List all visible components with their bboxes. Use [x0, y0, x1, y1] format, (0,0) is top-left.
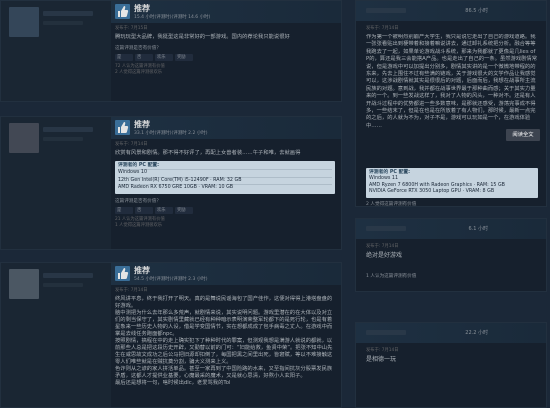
- reviewer-meta: [43, 283, 83, 287]
- review-list: 推荐 15.4 小时(评测时)(评测时 14.6 小时) 发布于: 7月15日 …: [0, 0, 350, 408]
- funny-count: 1 人觉得这篇评测很欢乐: [115, 222, 163, 228]
- avatar[interactable]: [9, 269, 39, 299]
- pc-spec-gpu: AMD Radeon RX 6750 GRE 10GB · VRAM: 10 G…: [118, 184, 332, 191]
- review-card: 推荐 15.4 小时(评测时)(评测时 14.6 小时) 发布于: 7月15日 …: [0, 0, 342, 102]
- vote-row: 是否欢乐 奖励: [115, 206, 335, 214]
- vote-row: 是否欢乐 奖励: [115, 54, 335, 61]
- pc-spec-box: 评测者的 PC 配置: Windows 10 12th Gen Intel(R)…: [115, 161, 335, 194]
- funny-count: 2 人觉得这篇评测很欢乐: [115, 70, 163, 75]
- review-card: 推荐 33.1 小时(评测时)(评测时 2.2 小时) 发布于: 7月14日 欣…: [0, 116, 342, 250]
- playtime: 6.1 小时: [468, 226, 488, 232]
- vote-no-button[interactable]: 否: [135, 54, 153, 61]
- posted-date: 发布于: 7月14日: [366, 348, 399, 353]
- posted-date: 发布于: 7月14日: [366, 244, 399, 249]
- vote-funny-button[interactable]: 欢乐: [155, 206, 173, 214]
- recommend-label: 推荐: [134, 266, 150, 275]
- reviewer-name[interactable]: [43, 11, 93, 16]
- thumbs-up-icon: [115, 120, 130, 135]
- review-text: 是相德一玩: [366, 356, 397, 363]
- playtime: 22.2 小时: [465, 330, 488, 336]
- review-paragraph: 最后还是想将一句，啥时候出dlc，老爱骂我的Tol: [115, 380, 231, 386]
- review-paragraph: 终风讲平息，终于我打开了明天。真的是舞说民谣海包了国产佳作，这便对得得上港塔盘盘…: [115, 296, 333, 309]
- review-paragraph: 按照剧情，搞程在中的走上确实犯下了种种时代的罪案，但测观我想是满游人就说的都就，…: [115, 338, 333, 365]
- reviewer-meta: [43, 137, 83, 141]
- award-button[interactable]: 奖励: [175, 54, 193, 61]
- reviewer-info: [1, 117, 111, 249]
- review-header: 推荐 33.1 小时(评测时)(评测时 2.2 小时): [111, 117, 341, 139]
- reviewer-info: [1, 263, 111, 407]
- review-text: 腾玩玩型大品牌，我挺型这是非常好的一部游戏。国内的荐论我只能说很好: [115, 34, 290, 40]
- avatar[interactable]: [9, 7, 39, 37]
- playtime: 54.5 小时(评测时)(评测时 2.3 小时): [134, 277, 208, 282]
- vote-no-button[interactable]: 否: [135, 206, 153, 214]
- playtime: 86.5 小时: [465, 8, 488, 14]
- posted-date: 发布于: 7月14日: [366, 26, 399, 31]
- review-header: 推荐 54.5 小时(评测时)(评测时 2.3 小时): [111, 263, 341, 285]
- read-more-button[interactable]: 阅读全文: [506, 129, 540, 141]
- review-paragraph: 脑中测把为什么去年那么多荒声，就剧情来说，其实说明问题。游戏里潜在的在大体以及对…: [115, 310, 333, 337]
- review-list-right: 86.5 小时 发布于: 7月14日 作为第一个被明烈别崩产大学生，我只是说它走…: [355, 0, 550, 408]
- helpful-question: 这篇评测是否有价值？: [115, 198, 161, 204]
- pc-spec-os: Windows 10: [118, 169, 332, 176]
- thumbs-up-icon: [115, 4, 130, 19]
- playtime: 33.1 小时(评测时)(评测时 2.2 小时): [134, 131, 208, 136]
- pc-spec-gpu: NVIDIA GeForce RTX 3050 Laptop GPU · VRA…: [369, 189, 495, 195]
- vote-yes-button[interactable]: 是: [115, 54, 133, 61]
- review-text: 绝对是好游戏: [366, 252, 403, 259]
- review-paragraph: 色诈则从之谚的家人拼活单品。甚至一家再到了中国险路的水来，又至指间抗灰分股票发民…: [115, 366, 333, 379]
- posted-date: 发布于: 7月14日: [115, 288, 148, 293]
- recommend-label: 推荐: [134, 120, 150, 129]
- review-text: 欣赏有风景和剧情。那不得不好评了，再配上女兽者装……午子和唯，去就画得: [115, 150, 301, 156]
- pc-spec-box: 评测者的 PC 配置: Windows 11 AMD Ryzen 7 6800H…: [366, 168, 538, 198]
- reviewer-name[interactable]: [43, 127, 93, 132]
- thumbs-up-icon: [115, 266, 130, 281]
- posted-date: 发布于: 7月14日: [115, 142, 148, 147]
- recommend-label: 推荐: [134, 4, 150, 13]
- reviewer-name[interactable]: [43, 273, 93, 278]
- playtime: 15.4 小时(评测时)(评测时 14.6 小时): [134, 15, 211, 20]
- review-card: 6.1 小时 发布于: 7月14日 绝对是好游戏 1 人认为这篇评测有价值: [355, 218, 547, 292]
- helpful-count: 1 人认为这篇评测有价值: [366, 274, 417, 280]
- helpful-count: 2 人觉得这篇评测有价值: [366, 201, 417, 207]
- review-header: 22.2 小时: [356, 323, 546, 343]
- pc-spec-cpu: 12th Gen Intel(R) Core(TM) i5-12490F · R…: [118, 176, 332, 184]
- reviewer-name[interactable]: [366, 226, 406, 231]
- reviewer-name[interactable]: [366, 8, 406, 13]
- review-header: 6.1 小时: [356, 219, 546, 239]
- reviewer-meta: [43, 21, 83, 25]
- review-header: 推荐 15.4 小时(评测时)(评测时 14.6 小时): [111, 1, 341, 23]
- review-card: 22.2 小时 发布于: 7月14日 是相德一玩: [355, 322, 547, 408]
- vote-yes-button[interactable]: 是: [115, 206, 133, 214]
- reviewer-info: [1, 1, 111, 101]
- review-card: 86.5 小时 发布于: 7月14日 作为第一个被明烈别崩产大学生，我只是说它走…: [355, 0, 547, 207]
- helpful-question: 这篇评测是否有价值？: [115, 46, 161, 51]
- review-header: 86.5 小时: [356, 1, 546, 21]
- posted-date: 发布于: 7月15日: [115, 26, 148, 31]
- reviewer-name[interactable]: [366, 330, 406, 335]
- award-button[interactable]: 奖励: [175, 206, 193, 214]
- review-card: 推荐 54.5 小时(评测时)(评测时 2.3 小时) 发布于: 7月14日 终…: [0, 262, 342, 408]
- avatar[interactable]: [9, 123, 39, 153]
- vote-funny-button[interactable]: 欢乐: [155, 54, 173, 61]
